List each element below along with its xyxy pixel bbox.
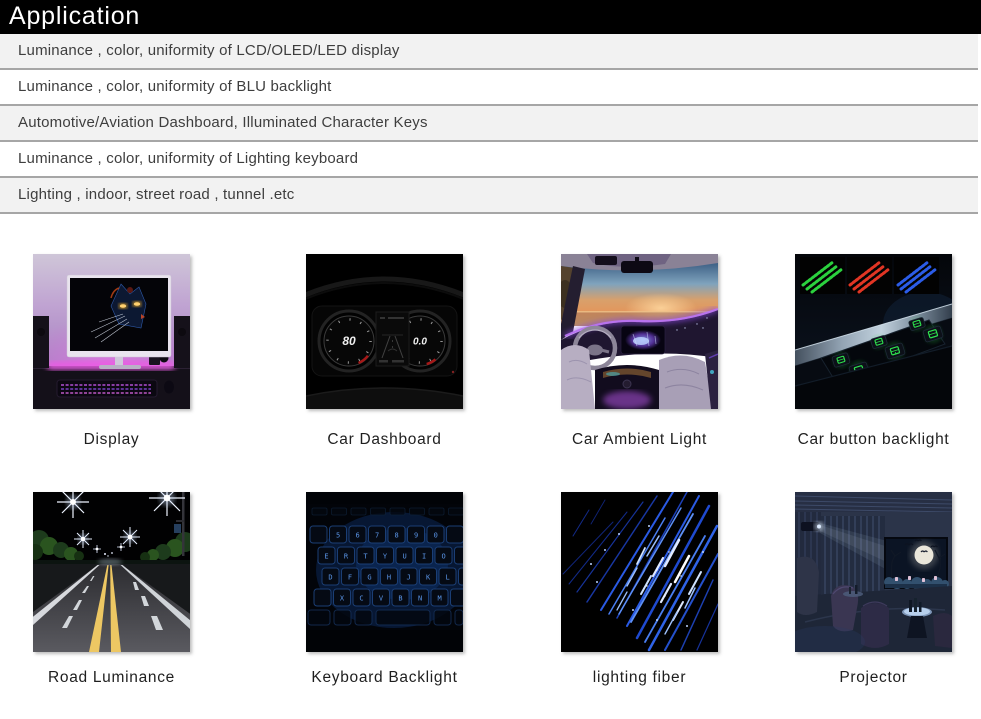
speedometer-value: 80 (342, 334, 356, 348)
monitor (67, 275, 171, 369)
application-row-2: Luminance , color, uniformity of BLU bac… (0, 70, 978, 106)
mouse (164, 381, 174, 394)
projector-photo (795, 492, 952, 652)
inset-green-strips (800, 257, 845, 294)
key-row-bottom: XCVBNM (340, 595, 457, 603)
application-row-4: Luminance , color, uniformity of Lightin… (0, 142, 978, 178)
figure-caption: Projector (795, 669, 952, 687)
gallery-item-road-luminance: Road Luminance (33, 492, 190, 687)
application-row-5: Lighting , indoor, street road , tunnel … (0, 178, 978, 214)
gallery-item-car-ambient-light: Car Ambient Light (561, 254, 718, 449)
figure-caption: Car button backlight (795, 431, 952, 449)
key-row-top: ERTYUIO (324, 553, 461, 561)
figure-caption: Display (33, 431, 190, 449)
lighting-fiber-photo (561, 492, 718, 652)
road-luminance-photo (33, 492, 190, 652)
gallery-item-lighting-fiber: lighting fiber (561, 492, 718, 687)
application-row-1: Luminance , color, uniformity of LCD/OLE… (0, 34, 978, 70)
center-display (376, 312, 409, 366)
car-dashboard-photo: 80 0.0 (306, 254, 463, 409)
gallery-item-keyboard-backlight: 567890 ERTYUIO DFGHJKL XCVBNM Keyboard B… (306, 492, 463, 687)
inset-blue-strips (894, 257, 939, 294)
section-header: Application (0, 0, 981, 34)
inset-red-strips (847, 257, 892, 294)
figure-caption: Keyboard Backlight (306, 669, 463, 687)
application-page: Application Luminance , color, uniformit… (0, 0, 981, 719)
figure-caption: Car Ambient Light (561, 431, 718, 449)
gallery-item-display: Display (33, 254, 190, 449)
figure-caption: lighting fiber (561, 669, 718, 687)
gallery-item-projector: Projector (795, 492, 952, 687)
figure-caption: Road Luminance (33, 669, 190, 687)
application-row-3: Automotive/Aviation Dashboard, Illuminat… (0, 106, 978, 142)
car-button-backlight-photo (795, 254, 952, 409)
application-list: Luminance , color, uniformity of LCD/OLE… (0, 34, 978, 214)
tachometer-value: 0.0 (413, 337, 427, 348)
section-title: Application (0, 0, 981, 33)
gallery-item-car-dashboard: 80 0.0 (306, 254, 463, 449)
key-row-home: DFGHJKL (328, 574, 463, 582)
gallery-item-car-button-backlight: Car button backlight (795, 254, 952, 449)
keyboard-backlight-photo: 567890 ERTYUIO DFGHJKL XCVBNM (306, 492, 463, 652)
figure-caption: Car Dashboard (306, 431, 463, 449)
rgb-keyboard (57, 380, 157, 397)
display-photo (33, 254, 190, 409)
projection-screen (884, 538, 949, 589)
key-row-numbers: 567890 (336, 532, 453, 540)
car-ambient-light-photo (561, 254, 718, 409)
center-screen (621, 326, 665, 354)
